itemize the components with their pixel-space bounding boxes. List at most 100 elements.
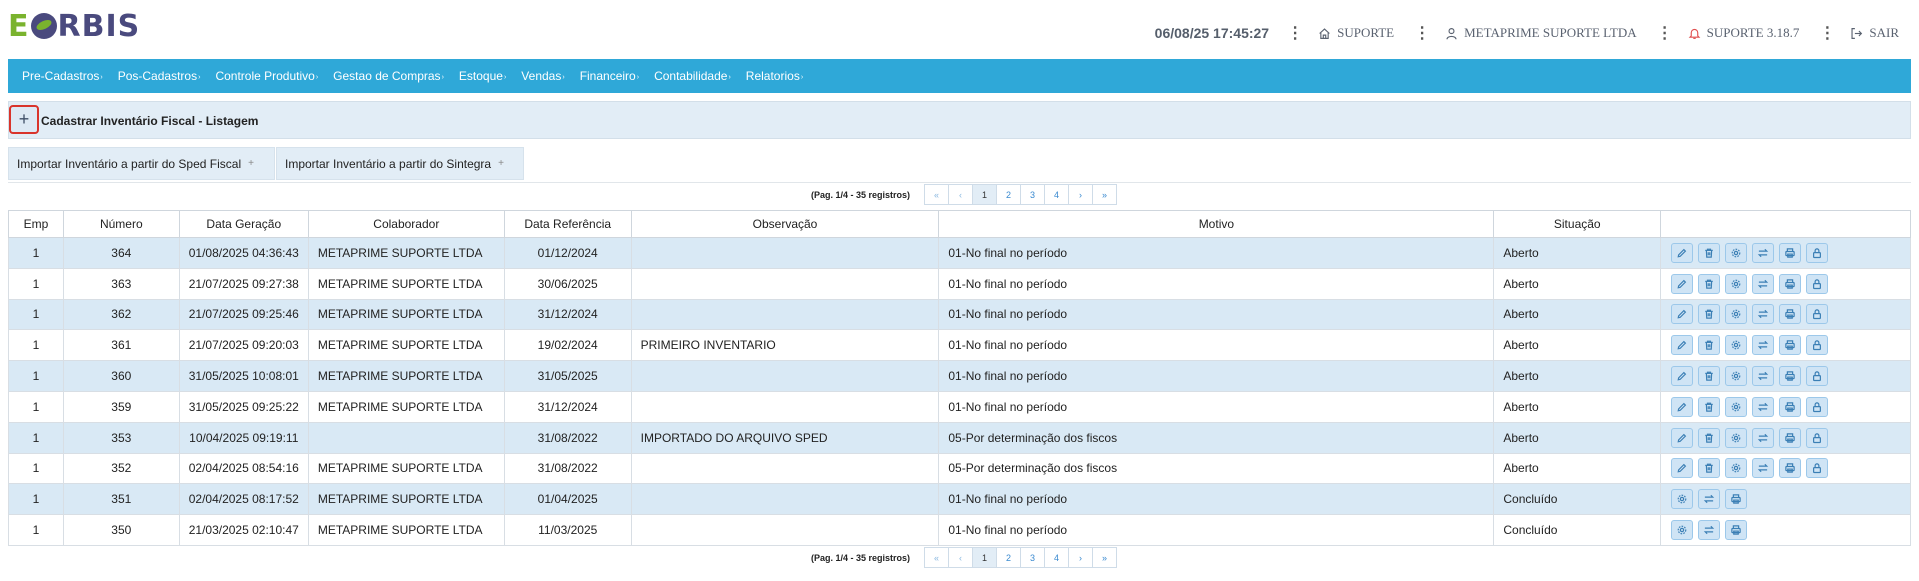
print-button[interactable] bbox=[1725, 489, 1748, 510]
menu-item-controle-produtivo[interactable]: Controle Produtivo› bbox=[215, 69, 318, 83]
transfer-button[interactable] bbox=[1752, 335, 1775, 356]
transfer-button[interactable] bbox=[1752, 396, 1775, 417]
menu-item-vendas[interactable]: Vendas› bbox=[521, 69, 564, 83]
home-link[interactable]: SUPORTE bbox=[1318, 25, 1394, 41]
col-data-geracao[interactable]: Data Geração bbox=[178, 210, 309, 238]
prev-page-button[interactable]: ‹ bbox=[948, 547, 973, 568]
gear-button[interactable] bbox=[1725, 366, 1748, 387]
lock-button[interactable] bbox=[1806, 458, 1829, 479]
col-motivo[interactable]: Motivo bbox=[938, 210, 1495, 238]
table-row[interactable]: 1 362 21/07/2025 09:25:46 METAPRIME SUPORTE… bbox=[8, 298, 1911, 331]
print-button[interactable] bbox=[1779, 273, 1802, 294]
gear-button[interactable] bbox=[1671, 489, 1694, 510]
gear-button[interactable] bbox=[1725, 304, 1748, 325]
print-button[interactable] bbox=[1779, 458, 1802, 479]
edit-button[interactable] bbox=[1671, 304, 1694, 325]
menu-item-financeiro[interactable]: Financeiro› bbox=[580, 69, 639, 83]
menu-item-pos-cadastros[interactable]: Pos-Cadastros› bbox=[118, 69, 201, 83]
col-situacao[interactable]: Situação bbox=[1493, 210, 1662, 238]
trash-button[interactable] bbox=[1698, 427, 1721, 448]
gear-button[interactable] bbox=[1725, 242, 1748, 263]
table-row[interactable]: 1 359 31/05/2025 09:25:22 METAPRIME SUPORTE… bbox=[8, 390, 1911, 423]
print-button[interactable] bbox=[1779, 304, 1802, 325]
lock-button[interactable] bbox=[1806, 304, 1829, 325]
notifications-link[interactable]: SUPORTE 3.18.7 bbox=[1688, 25, 1799, 41]
transfer-button[interactable] bbox=[1752, 273, 1775, 294]
table-row[interactable]: 1 360 31/05/2025 10:08:01 METAPRIME SUPORTE… bbox=[8, 360, 1911, 392]
page-3-button[interactable]: 3 bbox=[1020, 184, 1045, 205]
first-page-button[interactable]: « bbox=[924, 547, 949, 568]
edit-button[interactable] bbox=[1671, 335, 1694, 356]
edit-button[interactable] bbox=[1671, 396, 1694, 417]
page-4-button[interactable]: 4 bbox=[1044, 184, 1069, 205]
next-page-button[interactable]: › bbox=[1068, 184, 1093, 205]
print-button[interactable] bbox=[1725, 520, 1748, 541]
lock-button[interactable] bbox=[1806, 427, 1829, 448]
table-row[interactable]: 1 364 01/08/2025 04:36:43 METAPRIME SUPORTE… bbox=[8, 237, 1911, 269]
gear-button[interactable] bbox=[1725, 427, 1748, 448]
edit-button[interactable] bbox=[1671, 458, 1694, 479]
menu-item-estoque[interactable]: Estoque› bbox=[459, 69, 506, 83]
logo[interactable]: E RBIS bbox=[8, 9, 140, 44]
trash-button[interactable] bbox=[1698, 396, 1721, 417]
lock-button[interactable] bbox=[1806, 242, 1829, 263]
first-page-button[interactable]: « bbox=[924, 184, 949, 205]
col-emp[interactable]: Emp bbox=[8, 210, 64, 238]
page-3-button[interactable]: 3 bbox=[1020, 547, 1045, 568]
next-page-button[interactable]: › bbox=[1068, 547, 1093, 568]
more-vert-icon[interactable]: ⋮ bbox=[1657, 23, 1673, 43]
col-data-referencia[interactable]: Data Referência bbox=[503, 210, 632, 238]
gear-button[interactable] bbox=[1725, 458, 1748, 479]
page-1-button[interactable]: 1 bbox=[972, 184, 997, 205]
gear-button[interactable] bbox=[1671, 520, 1694, 541]
edit-button[interactable] bbox=[1671, 427, 1694, 448]
user-link[interactable]: METAPRIME SUPORTE LTDA bbox=[1445, 25, 1637, 41]
trash-button[interactable] bbox=[1698, 458, 1721, 479]
edit-button[interactable] bbox=[1671, 242, 1694, 263]
print-button[interactable] bbox=[1779, 366, 1802, 387]
menu-item-pre-cadastros[interactable]: Pre-Cadastros› bbox=[22, 69, 103, 83]
transfer-button[interactable] bbox=[1752, 427, 1775, 448]
edit-button[interactable] bbox=[1671, 366, 1694, 387]
table-row[interactable]: 1 352 02/04/2025 08:54:16 METAPRIME SUPORTE… bbox=[8, 452, 1911, 485]
transfer-button[interactable] bbox=[1698, 489, 1721, 510]
col-colaborador[interactable]: Colaborador bbox=[307, 210, 505, 238]
gear-button[interactable] bbox=[1725, 335, 1748, 356]
print-button[interactable] bbox=[1779, 427, 1802, 448]
print-button[interactable] bbox=[1779, 335, 1802, 356]
edit-button[interactable] bbox=[1671, 273, 1694, 294]
prev-page-button[interactable]: ‹ bbox=[948, 184, 973, 205]
gear-button[interactable] bbox=[1725, 273, 1748, 294]
lock-button[interactable] bbox=[1806, 335, 1829, 356]
import-sped-button[interactable]: Importar Inventário a partir do Sped Fis… bbox=[8, 147, 275, 180]
transfer-button[interactable] bbox=[1752, 458, 1775, 479]
more-vert-icon[interactable]: ⋮ bbox=[1287, 23, 1303, 43]
add-button[interactable]: + bbox=[9, 105, 39, 134]
page-4-button[interactable]: 4 bbox=[1044, 547, 1069, 568]
gear-button[interactable] bbox=[1725, 396, 1748, 417]
transfer-button[interactable] bbox=[1698, 520, 1721, 541]
logout-link[interactable]: SAIR bbox=[1850, 25, 1899, 41]
menu-item-contabilidade[interactable]: Contabilidade› bbox=[654, 69, 731, 83]
table-row[interactable]: 1 363 21/07/2025 09:27:38 METAPRIME SUPORTE… bbox=[8, 267, 1911, 300]
col-observacao[interactable]: Observação bbox=[630, 210, 940, 238]
print-button[interactable] bbox=[1779, 396, 1802, 417]
table-row[interactable]: 1 353 10/04/2025 09:19:11 31/08/2022 IMPORTA… bbox=[8, 421, 1911, 454]
table-row[interactable]: 1 350 21/03/2025 02:10:47 METAPRIME SUPORTE… bbox=[8, 514, 1911, 546]
last-page-button[interactable]: » bbox=[1092, 547, 1117, 568]
more-vert-icon[interactable]: ⋮ bbox=[1819, 23, 1835, 43]
print-button[interactable] bbox=[1779, 242, 1802, 263]
page-1-button[interactable]: 1 bbox=[972, 547, 997, 568]
lock-button[interactable] bbox=[1806, 273, 1829, 294]
menu-item-gestao-de-compras[interactable]: Gestao de Compras› bbox=[333, 69, 444, 83]
transfer-button[interactable] bbox=[1752, 366, 1775, 387]
last-page-button[interactable]: » bbox=[1092, 184, 1117, 205]
lock-button[interactable] bbox=[1806, 366, 1829, 387]
trash-button[interactable] bbox=[1698, 242, 1721, 263]
trash-button[interactable] bbox=[1698, 273, 1721, 294]
menu-item-relatorios[interactable]: Relatorios› bbox=[746, 69, 803, 83]
trash-button[interactable] bbox=[1698, 304, 1721, 325]
page-2-button[interactable]: 2 bbox=[996, 547, 1021, 568]
transfer-button[interactable] bbox=[1752, 242, 1775, 263]
table-row[interactable]: 1 351 02/04/2025 08:17:52 METAPRIME SUPORTE… bbox=[8, 483, 1911, 516]
